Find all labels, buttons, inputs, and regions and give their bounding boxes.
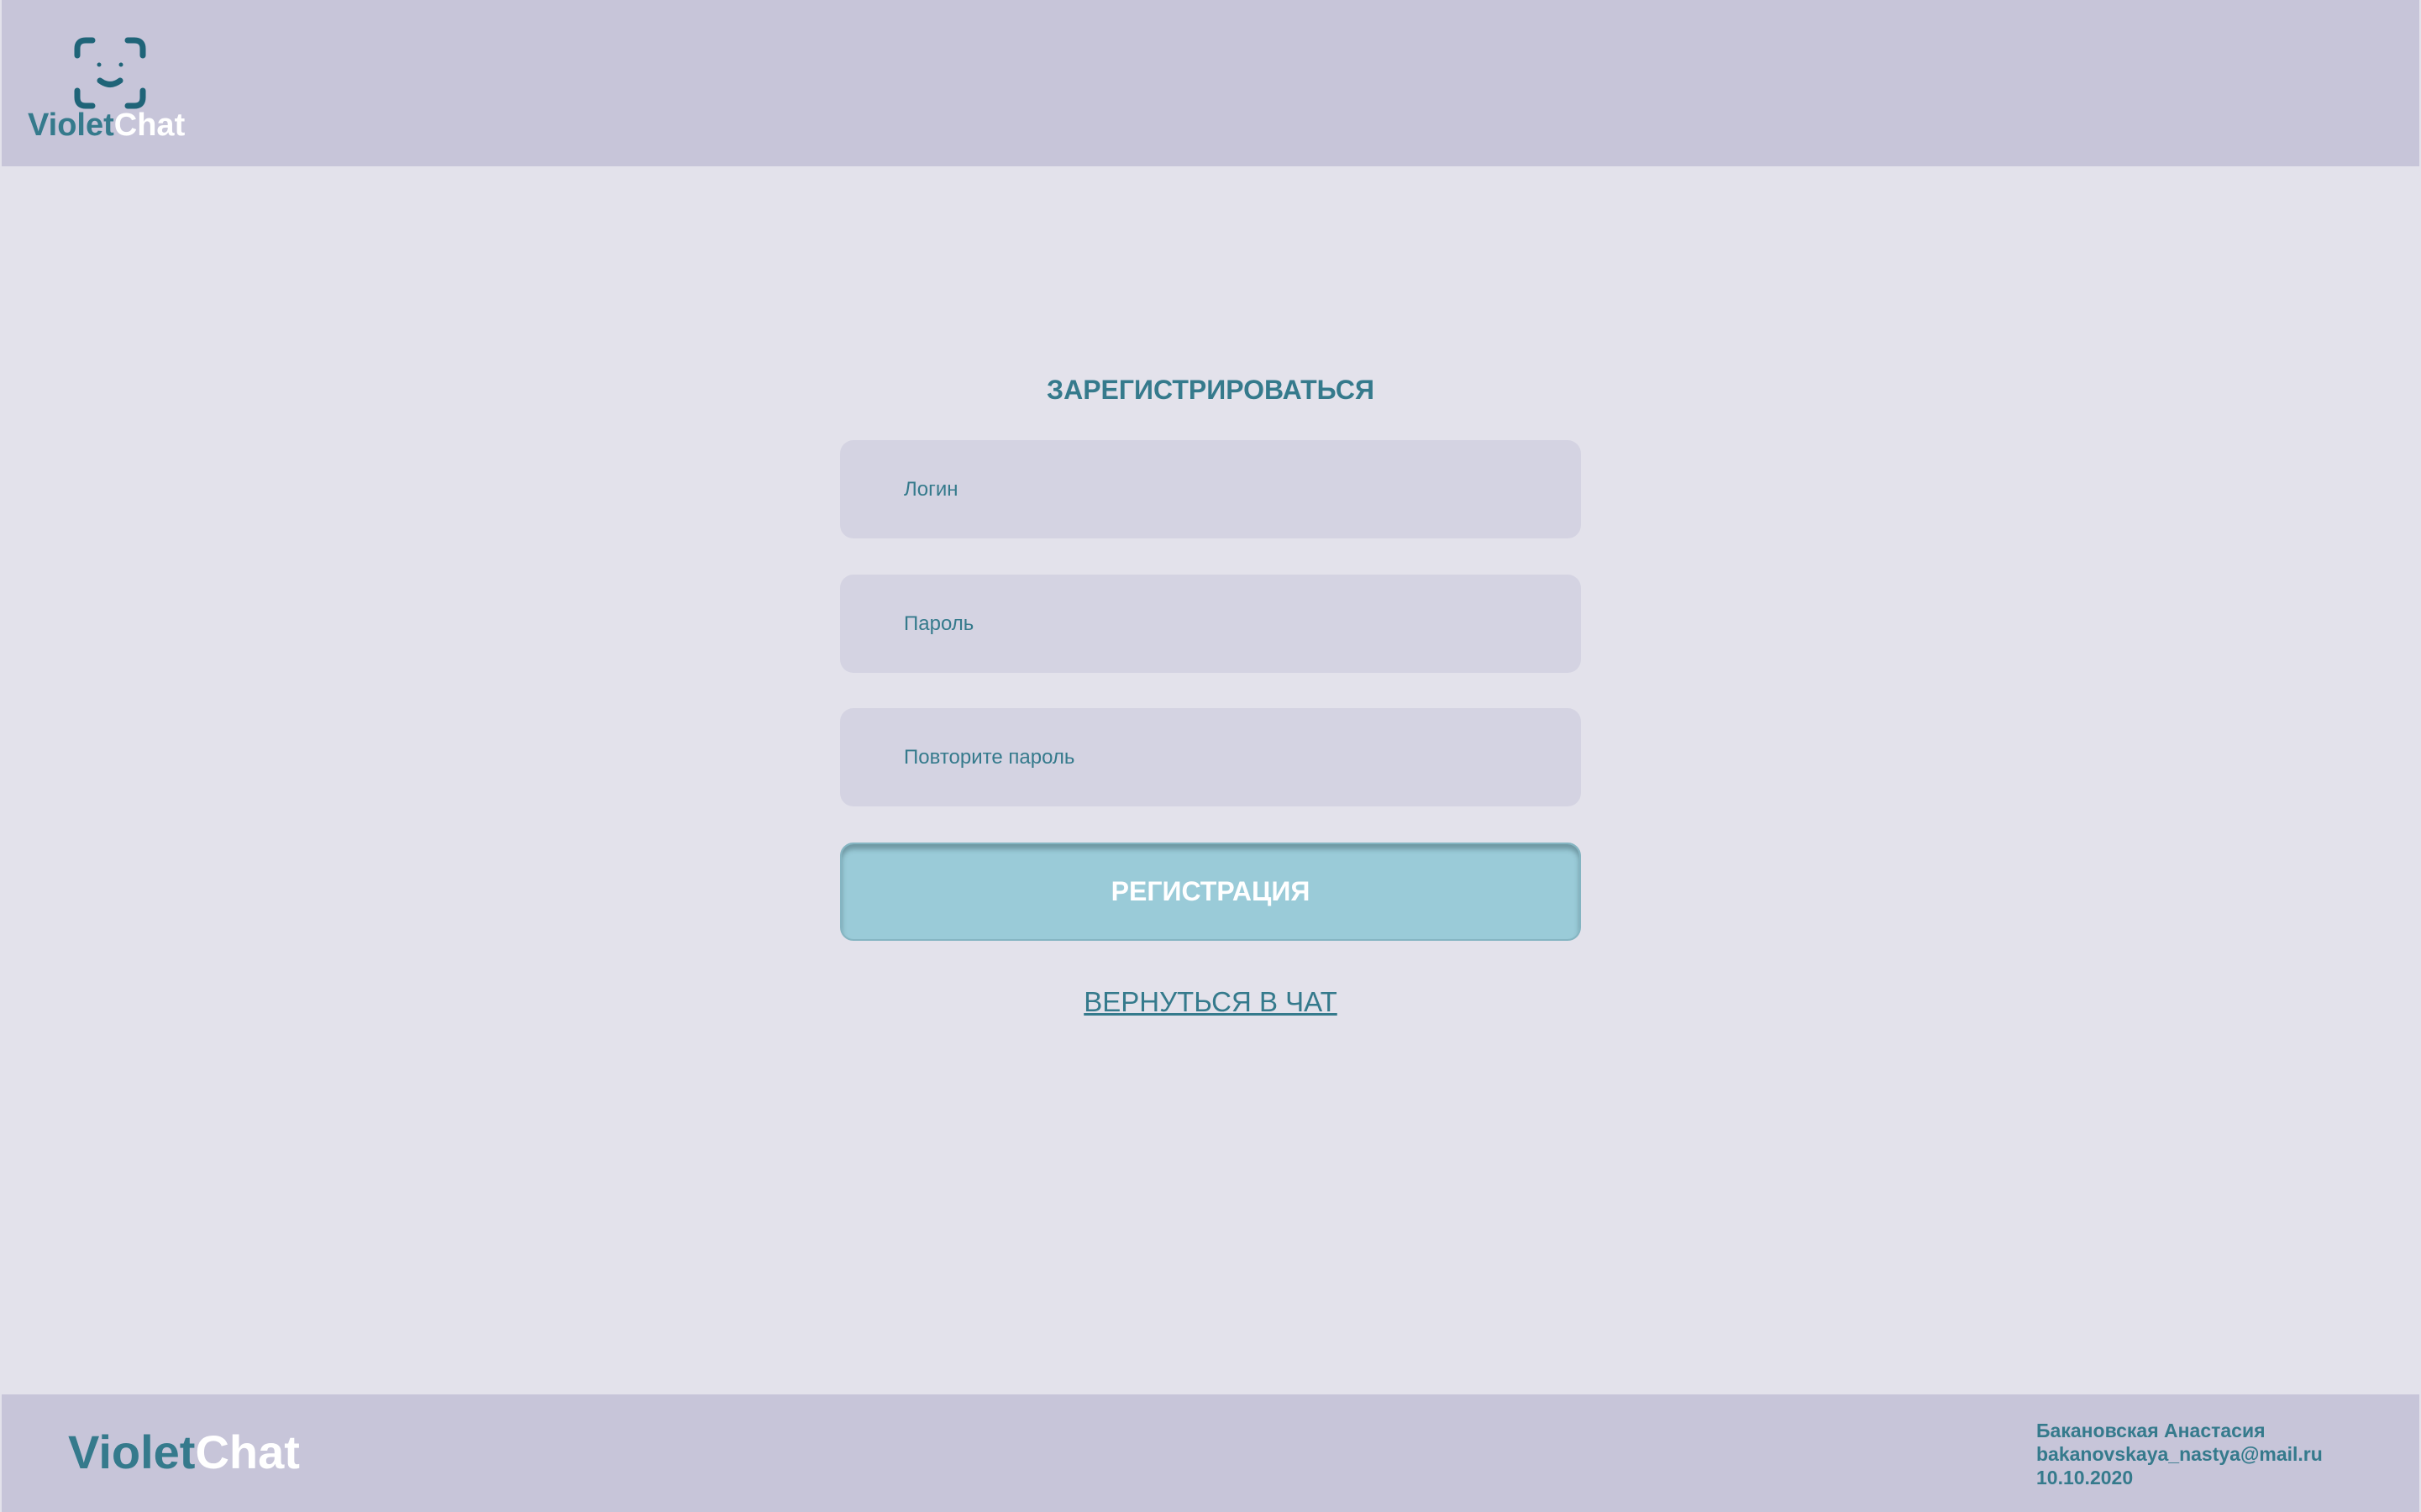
repeat-password-input[interactable] xyxy=(840,708,1581,806)
footer-logo-chat: Chat xyxy=(195,1425,300,1478)
password-input[interactable] xyxy=(840,575,1581,673)
header: VioletChat xyxy=(2,0,2419,166)
footer-author-info: Бакановская Анастасия bakanovskaya_nasty… xyxy=(2036,1419,2323,1489)
login-input[interactable] xyxy=(840,440,1581,538)
date: 10.10.2020 xyxy=(2036,1467,2134,1488)
back-link-wrapper: ВЕРНУТЬСЯ В ЧАТ xyxy=(0,985,2421,1019)
face-scan-icon xyxy=(74,37,146,109)
form-title: ЗАРЕГИСТРИРОВАТЬСЯ xyxy=(1047,375,1374,405)
header-logo[interactable]: VioletChat xyxy=(28,106,185,144)
registration-form: ЗАРЕГИСТРИРОВАТЬСЯ РЕГИСТРАЦИЯ ВЕРНУТЬСЯ… xyxy=(0,166,2421,1394)
back-to-chat-link[interactable]: ВЕРНУТЬСЯ В ЧАТ xyxy=(1084,986,1337,1017)
footer-logo[interactable]: VioletChat xyxy=(68,1425,300,1480)
register-button[interactable]: РЕГИСТРАЦИЯ xyxy=(840,843,1581,941)
footer: VioletChat Бакановская Анастасия bakanov… xyxy=(2,1394,2419,1512)
footer-logo-violet: Violet xyxy=(68,1425,196,1478)
author-name: Бакановская Анастасия xyxy=(2036,1420,2266,1441)
author-email: bakanovskaya_nastya@mail.ru xyxy=(2036,1443,2323,1465)
header-logo-chat: Chat xyxy=(113,108,186,143)
header-logo-violet: Violet xyxy=(28,108,114,143)
